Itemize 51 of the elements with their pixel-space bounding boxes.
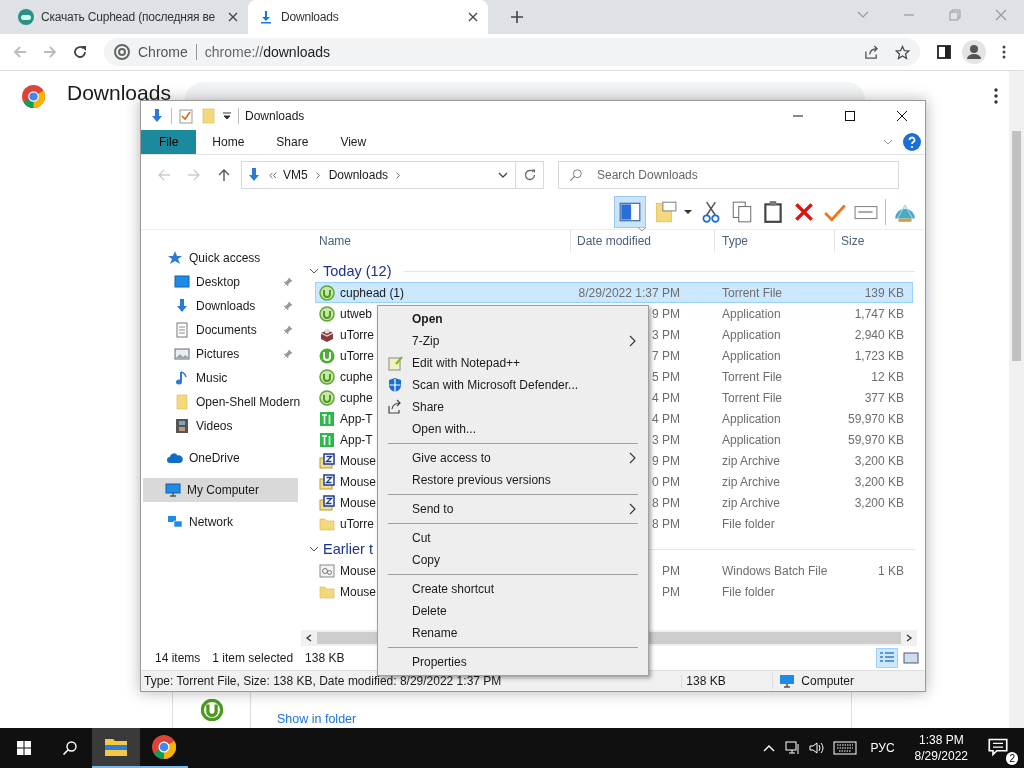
type-cell: zip Archive bbox=[722, 453, 781, 468]
date-cell: 4 PM bbox=[652, 390, 680, 405]
location-text: Computer bbox=[801, 674, 854, 688]
type-cell: Application bbox=[722, 348, 781, 363]
date-cell: PM bbox=[662, 563, 680, 578]
type-cell: File folder bbox=[722, 584, 775, 599]
date-cell: PM bbox=[662, 584, 680, 599]
size-cell: 3,200 KB bbox=[854, 453, 904, 468]
details-text: Type: Torrent File, Size: 138 KB, Date modified: 8/29/2022 1:37 PM bbox=[143, 674, 502, 688]
size-cell: 2,940 KB bbox=[854, 327, 904, 342]
size-cell: 3,200 KB bbox=[854, 495, 904, 510]
size-cell: 139 KB bbox=[864, 285, 904, 300]
type-cell: zip Archive bbox=[722, 495, 781, 510]
type-cell: Windows Batch File bbox=[722, 563, 828, 578]
url-text: chrome://downloads bbox=[204, 44, 331, 60]
type-cell: zip Archive bbox=[722, 474, 781, 489]
size-cell: 59,970 KB bbox=[847, 411, 904, 426]
size-cell: 1,723 KB bbox=[854, 348, 904, 363]
type-cell: Torrent File bbox=[722, 390, 783, 405]
size-cell: 377 KB bbox=[864, 390, 904, 405]
date-cell: 9 PM bbox=[652, 453, 680, 468]
date-cell: 8/29/2022 1:37 PM bbox=[578, 285, 680, 300]
date-cell: 0 PM bbox=[652, 474, 680, 489]
date-cell: 9 PM bbox=[652, 306, 680, 321]
type-cell: Application bbox=[722, 327, 781, 342]
type-cell: Torrent File bbox=[722, 285, 783, 300]
item-count: 14 items bbox=[155, 651, 201, 665]
site-label: Chrome bbox=[138, 44, 188, 60]
size-cell: 12 KB bbox=[871, 369, 904, 384]
size-cell: 3,200 KB bbox=[854, 474, 904, 489]
type-cell: Torrent File bbox=[722, 369, 783, 384]
size-cell: 59,970 KB bbox=[847, 432, 904, 447]
date-cell: 5 PM bbox=[652, 369, 680, 384]
size-cell: 1 KB bbox=[878, 563, 904, 578]
type-cell: File folder bbox=[722, 516, 775, 531]
selection-count: 1 item selected bbox=[212, 651, 294, 665]
page-title: Downloads bbox=[67, 81, 171, 105]
date-cell: 7 PM bbox=[652, 348, 680, 363]
size-cell: 1,747 KB bbox=[854, 306, 904, 321]
date-cell: 4 PM bbox=[652, 411, 680, 426]
type-cell: Application bbox=[722, 411, 781, 426]
window-title: Downloads bbox=[245, 108, 305, 123]
date-cell: 3 PM bbox=[652, 432, 680, 447]
details-size: 138 KB bbox=[681, 674, 773, 688]
date-cell: 8 PM bbox=[652, 495, 680, 510]
selection-size: 138 KB bbox=[305, 651, 345, 665]
date-cell: 8 PM bbox=[652, 516, 680, 531]
date-cell: 3 PM bbox=[652, 327, 680, 342]
type-cell: Application bbox=[722, 306, 781, 321]
notification-count-badge: 2 bbox=[1006, 751, 1018, 765]
type-cell: Application bbox=[722, 432, 781, 447]
